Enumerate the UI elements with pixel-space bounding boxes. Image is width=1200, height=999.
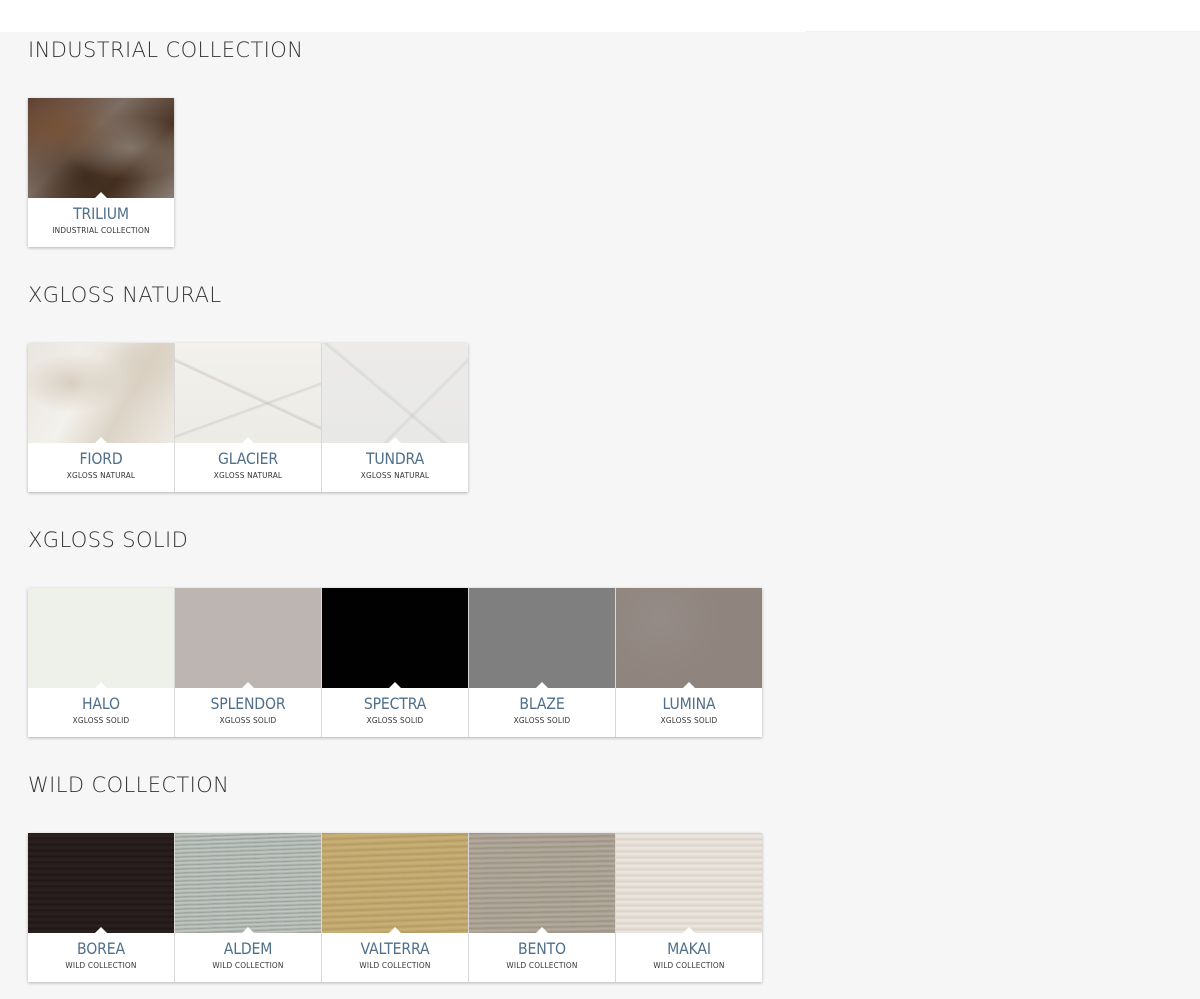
swatch-collection: XGLOSS SOLID <box>513 716 571 725</box>
swatch-collection: WILD COLLECTION <box>65 961 137 970</box>
swatch-name: BLAZE <box>519 694 565 713</box>
swatch-tile-borea[interactable]: BOREA WILD COLLECTION <box>28 833 175 982</box>
swatch-tile-spectra[interactable]: SPECTRA XGLOSS SOLID <box>322 588 469 737</box>
swatch-collection: XGLOSS SOLID <box>72 716 130 725</box>
swatch-caption: SPLENDOR XGLOSS SOLID <box>175 688 321 726</box>
swatch-tile-aldem[interactable]: ALDEM WILD COLLECTION <box>175 833 322 982</box>
swatch-tile-lumina[interactable]: LUMINA XGLOSS SOLID <box>616 588 762 737</box>
section-industrial-collection: INDUSTRIAL COLLECTION TRILIUM INDUSTRIAL… <box>28 32 304 247</box>
section-title: XGLOSS NATURAL <box>28 283 222 307</box>
collections-page: INDUSTRIAL COLLECTION TRILIUM INDUSTRIAL… <box>0 32 1200 999</box>
swatch-caption: BOREA WILD COLLECTION <box>28 933 174 971</box>
swatch-name: VALTERRA <box>360 939 430 958</box>
section-title: INDUSTRIAL COLLECTION <box>28 38 304 62</box>
swatch-caption: HALO XGLOSS SOLID <box>28 688 174 726</box>
section-xgloss-solid: XGLOSS SOLID HALO XGLOSS SOLID SPLENDOR … <box>28 522 762 737</box>
swatch-image <box>28 98 174 198</box>
swatch-collection: XGLOSS NATURAL <box>213 471 283 480</box>
swatch-grid: FIORD XGLOSS NATURAL GLACIER XGLOSS NATU… <box>28 343 468 492</box>
swatch-tile-makai[interactable]: MAKAI WILD COLLECTION <box>616 833 762 982</box>
swatch-caption: ALDEM WILD COLLECTION <box>175 933 321 971</box>
swatch-tile-trilium[interactable]: TRILIUM INDUSTRIAL COLLECTION <box>28 98 174 247</box>
swatch-grid: HALO XGLOSS SOLID SPLENDOR XGLOSS SOLID … <box>28 588 762 737</box>
swatch-tile-blaze[interactable]: BLAZE XGLOSS SOLID <box>469 588 616 737</box>
swatch-image <box>28 343 174 443</box>
swatch-image <box>322 588 468 688</box>
swatch-image <box>322 343 468 443</box>
swatch-caption: FIORD XGLOSS NATURAL <box>28 443 174 481</box>
swatch-tile-tundra[interactable]: TUNDRA XGLOSS NATURAL <box>322 343 468 492</box>
swatch-tile-glacier[interactable]: GLACIER XGLOSS NATURAL <box>175 343 322 492</box>
swatch-collection: WILD COLLECTION <box>506 961 578 970</box>
section-xgloss-natural: XGLOSS NATURAL FIORD XGLOSS NATURAL GLAC… <box>28 277 468 492</box>
swatch-caption: BLAZE XGLOSS SOLID <box>469 688 615 726</box>
swatch-collection: WILD COLLECTION <box>359 961 431 970</box>
swatch-image <box>469 588 615 688</box>
swatch-image <box>28 588 174 688</box>
swatch-tile-splendor[interactable]: SPLENDOR XGLOSS SOLID <box>175 588 322 737</box>
swatch-caption: LUMINA XGLOSS SOLID <box>616 688 762 726</box>
swatch-collection: XGLOSS NATURAL <box>66 471 136 480</box>
swatch-image <box>28 833 174 933</box>
swatch-collection: XGLOSS SOLID <box>660 716 718 725</box>
swatch-caption: TUNDRA XGLOSS NATURAL <box>322 443 468 481</box>
swatch-image <box>175 588 321 688</box>
swatch-tile-valterra[interactable]: VALTERRA WILD COLLECTION <box>322 833 469 982</box>
swatch-name: BENTO <box>518 939 566 958</box>
swatch-grid: BOREA WILD COLLECTION ALDEM WILD COLLECT… <box>28 833 762 982</box>
swatch-caption: MAKAI WILD COLLECTION <box>616 933 762 971</box>
swatch-collection: XGLOSS SOLID <box>366 716 424 725</box>
swatch-tile-halo[interactable]: HALO XGLOSS SOLID <box>28 588 175 737</box>
swatch-caption: GLACIER XGLOSS NATURAL <box>175 443 321 481</box>
swatch-collection: XGLOSS NATURAL <box>360 471 430 480</box>
swatch-name: FIORD <box>79 449 123 468</box>
swatch-collection: INDUSTRIAL COLLECTION <box>52 226 150 235</box>
swatch-image <box>175 833 321 933</box>
swatch-caption: TRILIUM INDUSTRIAL COLLECTION <box>28 198 174 236</box>
swatch-tile-bento[interactable]: BENTO WILD COLLECTION <box>469 833 616 982</box>
swatch-name: TUNDRA <box>365 449 425 468</box>
swatch-collection: WILD COLLECTION <box>212 961 284 970</box>
swatch-image <box>616 833 762 933</box>
swatch-name: LUMINA <box>662 694 716 713</box>
swatch-image <box>616 588 762 688</box>
swatch-name: BOREA <box>77 939 125 958</box>
swatch-image <box>322 833 468 933</box>
section-title: XGLOSS SOLID <box>28 528 189 552</box>
swatch-name: ALDEM <box>223 939 273 958</box>
swatch-caption: BENTO WILD COLLECTION <box>469 933 615 971</box>
swatch-name: TRILIUM <box>73 204 129 223</box>
swatch-tile-fiord[interactable]: FIORD XGLOSS NATURAL <box>28 343 175 492</box>
swatch-name: MAKAI <box>667 939 711 958</box>
swatch-collection: WILD COLLECTION <box>653 961 725 970</box>
swatch-caption: SPECTRA XGLOSS SOLID <box>322 688 468 726</box>
swatch-name: SPLENDOR <box>210 694 286 713</box>
section-title: WILD COLLECTION <box>28 773 230 797</box>
swatch-collection: XGLOSS SOLID <box>219 716 277 725</box>
section-wild-collection: WILD COLLECTION BOREA WILD COLLECTION AL… <box>28 767 762 982</box>
swatch-name: GLACIER <box>218 449 278 468</box>
swatch-name: HALO <box>82 694 120 713</box>
swatch-grid: TRILIUM INDUSTRIAL COLLECTION <box>28 98 174 247</box>
top-strip <box>0 0 1200 32</box>
swatch-caption: VALTERRA WILD COLLECTION <box>322 933 468 971</box>
swatch-image <box>469 833 615 933</box>
swatch-name: SPECTRA <box>363 694 427 713</box>
swatch-image <box>175 343 321 443</box>
